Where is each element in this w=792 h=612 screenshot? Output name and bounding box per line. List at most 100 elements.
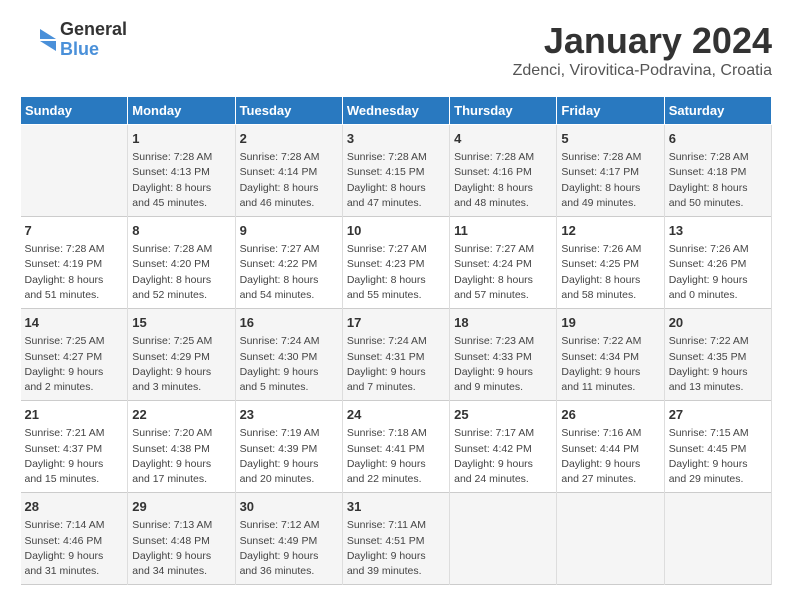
- calendar-table: SundayMondayTuesdayWednesdayThursdayFrid…: [20, 96, 772, 585]
- day-number: 26: [561, 406, 659, 424]
- day-number: 17: [347, 314, 445, 332]
- day-info: Sunrise: 7:28 AM Sunset: 4:20 PM Dayligh…: [132, 242, 230, 303]
- title-block: January 2024 Zdenci, Virovitica-Podravin…: [513, 20, 772, 80]
- day-number: 29: [132, 498, 230, 516]
- day-number: 31: [347, 498, 445, 516]
- day-info: Sunrise: 7:28 AM Sunset: 4:16 PM Dayligh…: [454, 150, 552, 211]
- day-number: 28: [25, 498, 124, 516]
- day-number: 1: [132, 130, 230, 148]
- day-cell-4: 4 Sunrise: 7:28 AM Sunset: 4:16 PM Daylig…: [450, 125, 557, 217]
- day-number: 19: [561, 314, 659, 332]
- day-info: Sunrise: 7:19 AM Sunset: 4:39 PM Dayligh…: [240, 426, 338, 487]
- day-number: 13: [669, 222, 767, 240]
- day-cell-17: 17 Sunrise: 7:24 AM Sunset: 4:31 PM Dayli…: [342, 309, 449, 401]
- logo-blue: Blue: [60, 40, 127, 60]
- day-number: 9: [240, 222, 338, 240]
- day-info: Sunrise: 7:11 AM Sunset: 4:51 PM Dayligh…: [347, 518, 445, 579]
- day-info: Sunrise: 7:22 AM Sunset: 4:34 PM Dayligh…: [561, 334, 659, 395]
- day-info: Sunrise: 7:17 AM Sunset: 4:42 PM Dayligh…: [454, 426, 552, 487]
- day-info: Sunrise: 7:26 AM Sunset: 4:25 PM Dayligh…: [561, 242, 659, 303]
- day-info: Sunrise: 7:28 AM Sunset: 4:14 PM Dayligh…: [240, 150, 338, 211]
- day-number: 8: [132, 222, 230, 240]
- day-cell-20: 20 Sunrise: 7:22 AM Sunset: 4:35 PM Dayli…: [664, 309, 771, 401]
- day-number: 6: [669, 130, 767, 148]
- month-title: January 2024: [513, 20, 772, 62]
- day-cell-10: 10 Sunrise: 7:27 AM Sunset: 4:23 PM Dayli…: [342, 217, 449, 309]
- day-cell-12: 12 Sunrise: 7:26 AM Sunset: 4:25 PM Dayli…: [557, 217, 664, 309]
- day-number: 5: [561, 130, 659, 148]
- logo-icon: [20, 25, 56, 55]
- day-cell-13: 13 Sunrise: 7:26 AM Sunset: 4:26 PM Dayli…: [664, 217, 771, 309]
- day-number: 24: [347, 406, 445, 424]
- empty-cell: [21, 125, 128, 217]
- day-cell-27: 27Sunrise: 7:15 AM Sunset: 4:45 PM Dayli…: [664, 401, 771, 493]
- day-info: Sunrise: 7:20 AM Sunset: 4:38 PM Dayligh…: [132, 426, 230, 487]
- day-cell-25: 25 Sunrise: 7:17 AM Sunset: 4:42 PM Dayli…: [450, 401, 557, 493]
- day-info: Sunrise: 7:27 AM Sunset: 4:23 PM Dayligh…: [347, 242, 445, 303]
- day-info: Sunrise: 7:24 AM Sunset: 4:30 PM Dayligh…: [240, 334, 338, 395]
- day-info: Sunrise: 7:28 AM Sunset: 4:15 PM Dayligh…: [347, 150, 445, 211]
- weekday-header-tuesday: Tuesday: [235, 97, 342, 125]
- day-info: Sunrise: 7:18 AM Sunset: 4:41 PM Dayligh…: [347, 426, 445, 487]
- day-cell-14: 14 Sunrise: 7:25 AM Sunset: 4:27 PM Dayli…: [21, 309, 128, 401]
- day-number: 14: [25, 314, 124, 332]
- day-cell-2: 2Sunrise: 7:28 AM Sunset: 4:14 PM Daylig…: [235, 125, 342, 217]
- empty-cell: [557, 493, 664, 585]
- day-number: 16: [240, 314, 338, 332]
- day-number: 3: [347, 130, 445, 148]
- weekday-header-sunday: Sunday: [21, 97, 128, 125]
- day-cell-23: 23Sunrise: 7:19 AM Sunset: 4:39 PM Dayli…: [235, 401, 342, 493]
- day-info: Sunrise: 7:23 AM Sunset: 4:33 PM Dayligh…: [454, 334, 552, 395]
- day-number: 11: [454, 222, 552, 240]
- weekday-header-monday: Monday: [128, 97, 235, 125]
- day-number: 20: [669, 314, 767, 332]
- logo-general: General: [60, 20, 127, 40]
- week-row-4: 21Sunrise: 7:21 AM Sunset: 4:37 PM Dayli…: [21, 401, 772, 493]
- day-info: Sunrise: 7:12 AM Sunset: 4:49 PM Dayligh…: [240, 518, 338, 579]
- day-number: 22: [132, 406, 230, 424]
- day-cell-18: 18Sunrise: 7:23 AM Sunset: 4:33 PM Dayli…: [450, 309, 557, 401]
- day-cell-3: 3 Sunrise: 7:28 AM Sunset: 4:15 PM Daylig…: [342, 125, 449, 217]
- day-info: Sunrise: 7:22 AM Sunset: 4:35 PM Dayligh…: [669, 334, 767, 395]
- day-cell-19: 19 Sunrise: 7:22 AM Sunset: 4:34 PM Dayli…: [557, 309, 664, 401]
- day-info: Sunrise: 7:15 AM Sunset: 4:45 PM Dayligh…: [669, 426, 767, 487]
- day-cell-24: 24 Sunrise: 7:18 AM Sunset: 4:41 PM Dayli…: [342, 401, 449, 493]
- day-info: Sunrise: 7:28 AM Sunset: 4:13 PM Dayligh…: [132, 150, 230, 211]
- day-number: 15: [132, 314, 230, 332]
- day-number: 12: [561, 222, 659, 240]
- logo: General Blue: [20, 20, 127, 60]
- day-number: 4: [454, 130, 552, 148]
- day-cell-30: 30 Sunrise: 7:12 AM Sunset: 4:49 PM Dayli…: [235, 493, 342, 585]
- day-info: Sunrise: 7:26 AM Sunset: 4:26 PM Dayligh…: [669, 242, 767, 303]
- day-info: Sunrise: 7:24 AM Sunset: 4:31 PM Dayligh…: [347, 334, 445, 395]
- day-cell-7: 7 Sunrise: 7:28 AM Sunset: 4:19 PM Daylig…: [21, 217, 128, 309]
- weekday-header-saturday: Saturday: [664, 97, 771, 125]
- weekday-header-friday: Friday: [557, 97, 664, 125]
- day-number: 7: [25, 222, 124, 240]
- day-cell-15: 15 Sunrise: 7:25 AM Sunset: 4:29 PM Dayli…: [128, 309, 235, 401]
- day-info: Sunrise: 7:28 AM Sunset: 4:19 PM Dayligh…: [25, 242, 124, 303]
- day-number: 30: [240, 498, 338, 516]
- day-cell-1: 1 Sunrise: 7:28 AM Sunset: 4:13 PM Daylig…: [128, 125, 235, 217]
- day-cell-9: 9Sunrise: 7:27 AM Sunset: 4:22 PM Daylig…: [235, 217, 342, 309]
- week-row-1: 1 Sunrise: 7:28 AM Sunset: 4:13 PM Daylig…: [21, 125, 772, 217]
- day-cell-8: 8 Sunrise: 7:28 AM Sunset: 4:20 PM Daylig…: [128, 217, 235, 309]
- day-cell-16: 16 Sunrise: 7:24 AM Sunset: 4:30 PM Dayli…: [235, 309, 342, 401]
- day-info: Sunrise: 7:25 AM Sunset: 4:27 PM Dayligh…: [25, 334, 124, 395]
- week-row-3: 14 Sunrise: 7:25 AM Sunset: 4:27 PM Dayli…: [21, 309, 772, 401]
- day-number: 25: [454, 406, 552, 424]
- day-cell-21: 21Sunrise: 7:21 AM Sunset: 4:37 PM Dayli…: [21, 401, 128, 493]
- day-cell-5: 5Sunrise: 7:28 AM Sunset: 4:17 PM Daylig…: [557, 125, 664, 217]
- day-cell-11: 11Sunrise: 7:27 AM Sunset: 4:24 PM Dayli…: [450, 217, 557, 309]
- day-info: Sunrise: 7:25 AM Sunset: 4:29 PM Dayligh…: [132, 334, 230, 395]
- day-cell-22: 22 Sunrise: 7:20 AM Sunset: 4:38 PM Dayli…: [128, 401, 235, 493]
- weekday-header-row: SundayMondayTuesdayWednesdayThursdayFrid…: [21, 97, 772, 125]
- day-cell-26: 26Sunrise: 7:16 AM Sunset: 4:44 PM Dayli…: [557, 401, 664, 493]
- day-info: Sunrise: 7:14 AM Sunset: 4:46 PM Dayligh…: [25, 518, 124, 579]
- location-title: Zdenci, Virovitica-Podravina, Croatia: [513, 62, 772, 80]
- weekday-header-thursday: Thursday: [450, 97, 557, 125]
- week-row-2: 7 Sunrise: 7:28 AM Sunset: 4:19 PM Daylig…: [21, 217, 772, 309]
- day-cell-29: 29Sunrise: 7:13 AM Sunset: 4:48 PM Dayli…: [128, 493, 235, 585]
- day-number: 10: [347, 222, 445, 240]
- day-info: Sunrise: 7:21 AM Sunset: 4:37 PM Dayligh…: [25, 426, 124, 487]
